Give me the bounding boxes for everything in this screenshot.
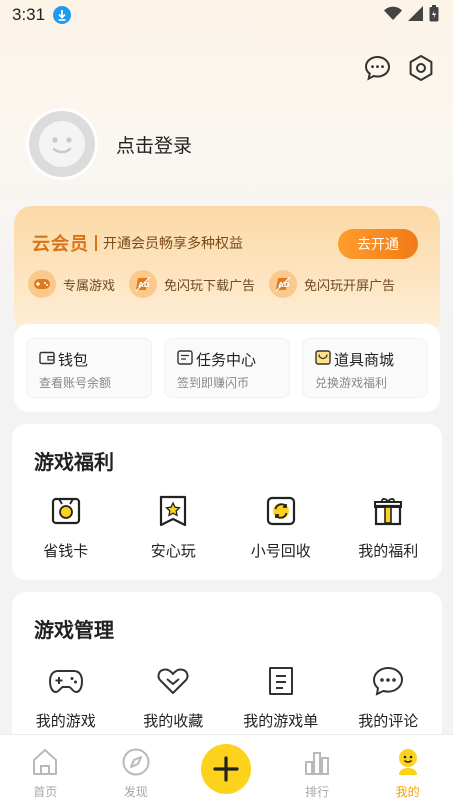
my-comments-button[interactable]: 我的评论 xyxy=(335,664,443,731)
perk-label: 免闪玩开屏广告 xyxy=(304,278,396,294)
star-badge-icon xyxy=(156,494,190,528)
task-center-title: 任务中心 xyxy=(196,351,257,369)
grid-label: 省钱卡 xyxy=(43,542,89,560)
my-game-lists-button[interactable]: 我的游戏单 xyxy=(227,664,335,731)
grid-label: 我的评论 xyxy=(358,712,419,730)
grid-label: 我的收藏 xyxy=(143,712,204,730)
item-shop-subtitle: 兑换游戏福利 xyxy=(315,376,388,390)
account-recycle-button[interactable]: 小号回收 xyxy=(227,494,335,561)
tab-ranking[interactable]: 排行 xyxy=(272,735,363,805)
money-saving-card-button[interactable]: 省钱卡 xyxy=(12,494,120,561)
section-title: 游戏福利 xyxy=(34,450,114,474)
profile-icon xyxy=(393,747,423,781)
header-actions xyxy=(363,54,435,82)
game-welfare-section: 游戏福利 省钱卡 安心玩 小号回收 我的福利 xyxy=(12,424,442,580)
vip-subscribe-button[interactable]: 去开通 xyxy=(338,229,418,259)
message-icon[interactable] xyxy=(363,54,391,82)
wallet-subtitle: 查看账号余额 xyxy=(39,376,112,390)
tab-create[interactable] xyxy=(181,735,272,805)
grid-label: 我的游戏 xyxy=(35,712,96,730)
task-icon xyxy=(177,350,196,369)
comment-icon xyxy=(371,664,405,698)
vip-title: 云会员 xyxy=(32,234,89,255)
vip-description: 开通会员畅享多种权益 xyxy=(103,236,243,252)
wallet-entry[interactable]: 钱包 查看账号余额 xyxy=(26,338,152,398)
home-icon xyxy=(30,747,60,781)
avatar[interactable] xyxy=(26,108,98,180)
safe-play-button[interactable]: 安心玩 xyxy=(120,494,228,561)
plus-icon[interactable] xyxy=(201,744,252,794)
wifi-icon xyxy=(384,6,402,25)
tab-profile[interactable]: 我的 xyxy=(362,735,453,805)
grid-label: 小号回收 xyxy=(250,542,311,560)
vip-divider xyxy=(95,235,97,251)
settings-icon[interactable] xyxy=(407,54,435,82)
gamepad-icon xyxy=(28,270,56,298)
battery-icon xyxy=(429,4,439,26)
ranking-icon xyxy=(302,747,332,781)
status-bar: 3:31 xyxy=(0,0,453,30)
download-icon xyxy=(53,6,72,24)
tab-label: 发现 xyxy=(123,785,148,799)
compass-icon xyxy=(121,747,151,781)
grid-label: 我的游戏单 xyxy=(243,712,319,730)
bottom-tab-bar: 首页 发现 排行 我的 xyxy=(0,734,453,805)
heart-icon xyxy=(156,664,190,698)
wallet-title: 钱包 xyxy=(58,351,89,369)
item-shop-entry[interactable]: 道具商城 兑换游戏福利 xyxy=(302,338,428,398)
signal-icon xyxy=(408,5,423,25)
wallet-icon xyxy=(39,351,58,369)
my-games-button[interactable]: 我的游戏 xyxy=(12,664,120,731)
tab-label: 排行 xyxy=(305,785,330,799)
vip-perk-exclusive-games: 专属游戏 xyxy=(28,270,115,298)
perk-label: 免闪玩下载广告 xyxy=(164,278,256,294)
shop-icon xyxy=(315,350,334,369)
status-time: 3:31 xyxy=(12,5,46,24)
grid-label: 我的福利 xyxy=(358,542,419,560)
quick-access-card: 钱包 查看账号余额 任务中心 签到即赚闪币 道具商城 兑换游戏福利 xyxy=(14,324,440,412)
perk-label: 专属游戏 xyxy=(63,278,116,294)
item-shop-title: 道具商城 xyxy=(334,351,395,369)
tab-label: 我的 xyxy=(395,785,420,799)
gamepad-icon xyxy=(48,664,83,698)
vip-card[interactable]: 云会员 开通会员畅享多种权益 去开通 专属游戏 AD 免闪玩下载广告 AD 免闪… xyxy=(14,206,440,336)
tab-discover[interactable]: 发现 xyxy=(91,735,182,805)
profile-login[interactable]: 点击登录 xyxy=(26,108,192,180)
tab-home[interactable]: 首页 xyxy=(0,735,91,805)
recycle-icon xyxy=(264,494,298,528)
task-center-entry[interactable]: 任务中心 签到即赚闪币 xyxy=(164,338,290,398)
section-title: 游戏管理 xyxy=(34,618,114,642)
vip-perk-no-download-ad: AD 免闪玩下载广告 xyxy=(129,270,255,298)
my-favorites-button[interactable]: 我的收藏 xyxy=(120,664,228,731)
my-benefits-button[interactable]: 我的福利 xyxy=(335,494,443,561)
list-icon xyxy=(264,664,298,698)
no-ad-icon: AD xyxy=(269,270,298,298)
no-ad-icon: AD xyxy=(129,270,158,298)
grid-label: 安心玩 xyxy=(150,542,196,560)
login-link[interactable]: 点击登录 xyxy=(116,131,192,158)
gift-icon xyxy=(371,494,405,528)
tab-label: 首页 xyxy=(33,785,58,799)
vip-perk-no-splash-ad: AD 免闪玩开屏广告 xyxy=(269,270,395,298)
coin-card-icon xyxy=(49,494,83,528)
task-center-subtitle: 签到即赚闪币 xyxy=(177,376,250,390)
